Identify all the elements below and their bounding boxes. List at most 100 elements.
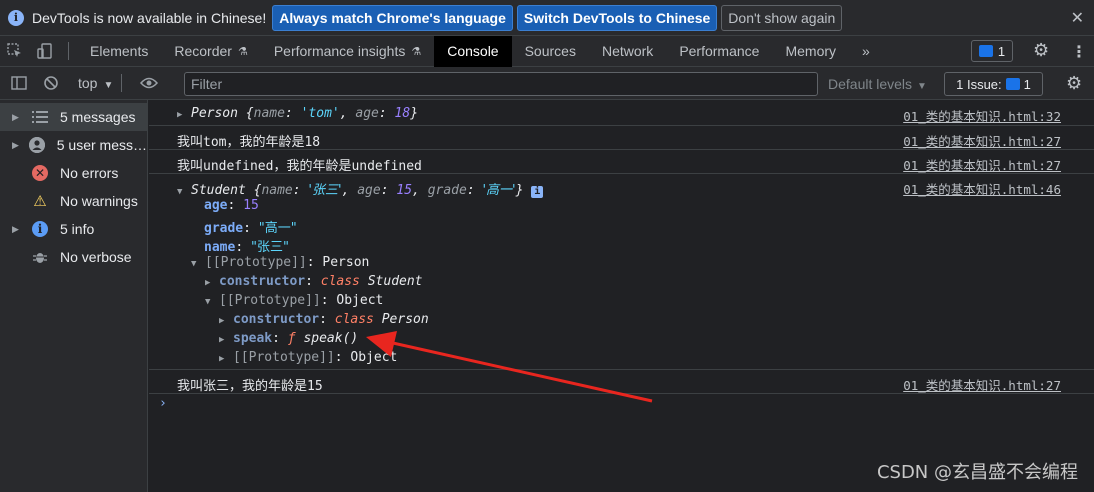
prop-key: age	[355, 106, 379, 121]
context-selector-label: top	[78, 75, 98, 91]
source-link[interactable]: 01_类的基本知识.html:32	[903, 106, 1061, 125]
prop-colon: :	[334, 350, 351, 365]
prop-value: '张三'	[308, 183, 342, 198]
issues-label: 1 Issue:	[956, 76, 1002, 92]
message-icon	[978, 45, 993, 57]
sidebar-item-info[interactable]: ▶ i 5 info	[0, 215, 147, 243]
sidebar-item-user-messages[interactable]: ▶ 5 user mess…	[0, 131, 147, 159]
expand-arrow-icon[interactable]: ▶	[177, 110, 191, 120]
property-row[interactable]: ▶ constructor: class Student	[205, 274, 423, 289]
switch-to-chinese-button[interactable]: Switch DevTools to Chinese	[516, 4, 718, 31]
console-settings-gear-icon[interactable]: ⚙	[1066, 73, 1082, 94]
tab-console[interactable]: Console	[434, 35, 512, 67]
source-link[interactable]: 01_类的基本知识.html:27	[903, 375, 1061, 394]
tab-network[interactable]: Network	[589, 36, 666, 67]
chevron-down-icon: ▼	[917, 81, 927, 92]
sidebar-item-verbose[interactable]: No verbose	[0, 243, 147, 271]
property-row[interactable]: ▶ constructor: class Person	[219, 312, 429, 327]
sidebar-item-label: No errors	[60, 165, 119, 181]
console-prompt-chevron-icon[interactable]: ›	[159, 396, 167, 411]
prop-colon: :	[380, 183, 397, 198]
prop-colon: :	[235, 240, 251, 255]
device-toolbar-icon[interactable]	[30, 36, 60, 67]
sidebar-item-messages[interactable]: ▶ 5 messages	[0, 103, 147, 131]
object-preview[interactable]: ▼ Student {name: '张三', age: 15, grade: '高…	[177, 179, 544, 198]
console-sidebar: ▶ 5 messages ▶ 5 user mess… ✕ No errors …	[0, 100, 148, 492]
issue-icon	[1005, 78, 1020, 90]
flask-icon: ⚗	[411, 45, 422, 58]
close-icon[interactable]: ✕	[1071, 8, 1084, 28]
expand-arrow-icon[interactable]: ▶	[219, 354, 233, 364]
messages-count: 1	[997, 43, 1006, 59]
tab-performance-insights[interactable]: Performance insights ⚗	[261, 36, 434, 67]
filter-input[interactable]: Filter	[184, 72, 818, 96]
context-selector[interactable]: top ▼	[78, 75, 113, 91]
sidebar-item-errors[interactable]: ✕ No errors	[0, 159, 147, 187]
collapse-arrow-icon[interactable]: ▼	[191, 259, 205, 269]
property-row[interactable]: ▶ speak: ƒ speak()	[219, 331, 358, 346]
prop-key: grade	[204, 221, 244, 236]
console-output: ▶ Person {name: 'tom', age: 18} 01_类的基本知识…	[149, 100, 1094, 492]
sidebar-toggle-icon[interactable]	[6, 76, 32, 90]
chevron-down-icon: ▼	[103, 80, 114, 91]
class-keyword: class	[334, 312, 374, 327]
prop-value: speak()	[303, 331, 359, 346]
sidebar-item-label: 5 info	[60, 221, 95, 237]
error-icon: ✕	[32, 165, 48, 181]
source-link[interactable]: 01_类的基本知识.html:27	[903, 131, 1061, 150]
issues-count: 1	[1023, 76, 1031, 92]
tab-performance[interactable]: Performance	[666, 36, 772, 67]
info-icon[interactable]: i	[531, 186, 544, 198]
prop-comma: ,	[341, 183, 358, 198]
collapse-arrow-icon[interactable]: ▼	[205, 297, 219, 307]
divider	[121, 74, 123, 92]
object-brace: {	[245, 183, 262, 198]
prop-key: [[Prototype]]	[233, 350, 335, 365]
watermark: CSDN @玄昌盛不会编程	[876, 462, 1078, 483]
prop-value: 15	[396, 183, 413, 198]
prototype-row[interactable]: ▼ [[Prototype]]: Person	[191, 255, 369, 270]
console-message: 我叫undefined，我的年龄是undefined 01_类的基本知识.htm…	[149, 150, 1094, 174]
inspect-element-icon[interactable]	[0, 36, 30, 67]
expand-arrow-icon[interactable]: ▶	[205, 278, 219, 288]
prop-key: constructor	[233, 312, 320, 327]
issues-button[interactable]: 1 Issue: 1	[944, 72, 1043, 96]
prop-value: '高一'	[482, 183, 516, 198]
eye-icon[interactable]	[136, 77, 162, 89]
tab-sources[interactable]: Sources	[512, 36, 589, 67]
prop-colon: :	[466, 183, 483, 198]
prototype-row[interactable]: ▼ [[Prototype]]: Object	[205, 293, 383, 308]
always-match-language-button[interactable]: Always match Chrome's language	[272, 4, 513, 31]
prototype-row[interactable]: ▶ [[Prototype]]: Object	[219, 350, 397, 365]
info-icon: i	[32, 221, 48, 237]
tab-recorder[interactable]: Recorder ⚗	[161, 36, 260, 67]
source-link[interactable]: 01_类的基本知识.html:46	[903, 179, 1061, 198]
sidebar-item-warnings[interactable]: ⚠ No warnings	[0, 187, 147, 215]
expand-arrow-icon[interactable]: ▶	[219, 335, 233, 345]
object-brace: }	[515, 183, 532, 198]
clear-console-icon[interactable]	[38, 75, 64, 91]
collapse-arrow-icon[interactable]: ▼	[177, 187, 191, 197]
more-options-icon[interactable]: ⋮	[1071, 42, 1087, 62]
console-message-expanded: ▼ Student {name: '张三', age: 15, grade: '高…	[149, 174, 1094, 370]
dont-show-again-button[interactable]: Don't show again	[721, 4, 843, 31]
tab-memory[interactable]: Memory	[772, 36, 849, 67]
prop-key: [[Prototype]]	[205, 255, 307, 270]
object-brace: {	[237, 106, 254, 121]
object-preview[interactable]: ▶ Person {name: 'tom', age: 18}	[177, 106, 418, 121]
log-levels-dropdown[interactable]: Default levels ▼	[828, 76, 927, 92]
prop-colon: :	[306, 255, 323, 270]
tab-elements[interactable]: Elements	[77, 36, 161, 67]
prop-value: Object	[336, 293, 384, 308]
tab-performance-insights-label: Performance insights	[273, 43, 406, 59]
prop-key: name	[204, 240, 236, 255]
messages-badge-button[interactable]: 1	[971, 40, 1013, 62]
settings-gear-icon[interactable]: ⚙	[1033, 40, 1049, 61]
expand-arrow-icon[interactable]: ▶	[219, 316, 233, 326]
console-message: ▶ Person {name: 'tom', age: 18} 01_类的基本知识…	[149, 100, 1094, 126]
more-tabs-button[interactable]: »	[849, 36, 883, 67]
expand-arrow-icon: ▶	[12, 223, 19, 234]
source-link[interactable]: 01_类的基本知识.html:27	[903, 155, 1061, 174]
expand-arrow-icon: ▶	[12, 111, 19, 122]
